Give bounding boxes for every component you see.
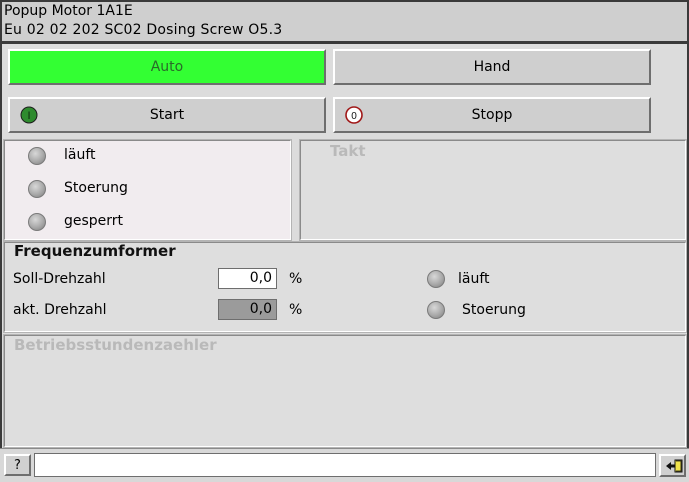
svg-text:I: I: [27, 110, 30, 122]
running-lamp-icon: [28, 147, 46, 165]
stop-icon: 0: [345, 106, 363, 124]
message-field: [34, 453, 656, 477]
auto-button[interactable]: Auto: [8, 49, 326, 85]
actual-speed-display: 0,0: [218, 299, 277, 320]
fc-fault-lamp-icon: [427, 301, 445, 319]
actual-speed-label: akt. Drehzahl: [13, 302, 107, 318]
running-label: läuft: [64, 147, 96, 163]
locked-lamp-icon: [28, 213, 46, 231]
fc-fault-label: Stoerung: [462, 302, 526, 318]
setpoint-speed-input[interactable]: 0,0: [218, 268, 277, 289]
start-icon: I: [20, 106, 38, 124]
fault-label: Stoerung: [64, 180, 128, 196]
locked-label: gesperrt: [64, 213, 124, 229]
help-button-label: ?: [14, 457, 21, 473]
actual-speed-unit: %: [289, 302, 303, 318]
hand-button-label: Hand: [473, 59, 511, 75]
stop-button[interactable]: 0 Stopp: [333, 97, 651, 133]
hand-button[interactable]: Hand: [333, 49, 651, 85]
fc-running-label: läuft: [458, 271, 490, 287]
frequency-converter-title: Frequenzumformer: [14, 242, 176, 260]
start-button[interactable]: I Start: [8, 97, 326, 133]
auto-button-label: Auto: [150, 59, 184, 75]
window-subtitle: Eu 02 02 202 SC02 Dosing Screw O5.3: [4, 22, 283, 38]
setpoint-speed-label: Soll-Drehzahl: [13, 271, 106, 287]
acknowledge-icon: [664, 458, 684, 479]
fault-lamp-icon: [28, 180, 46, 198]
stop-button-label: Stopp: [471, 107, 513, 123]
help-button[interactable]: ?: [4, 454, 31, 476]
window-title: Popup Motor 1A1E: [4, 3, 133, 19]
start-button-label: Start: [149, 107, 185, 123]
takt-title: Takt: [330, 142, 366, 160]
fc-running-lamp-icon: [427, 270, 445, 288]
svg-text:0: 0: [351, 111, 357, 122]
status-panel: [3, 139, 292, 241]
setpoint-speed-unit: %: [289, 271, 303, 287]
operating-hours-title: Betriebsstundenzaehler: [14, 336, 217, 354]
acknowledge-button[interactable]: [659, 454, 686, 477]
